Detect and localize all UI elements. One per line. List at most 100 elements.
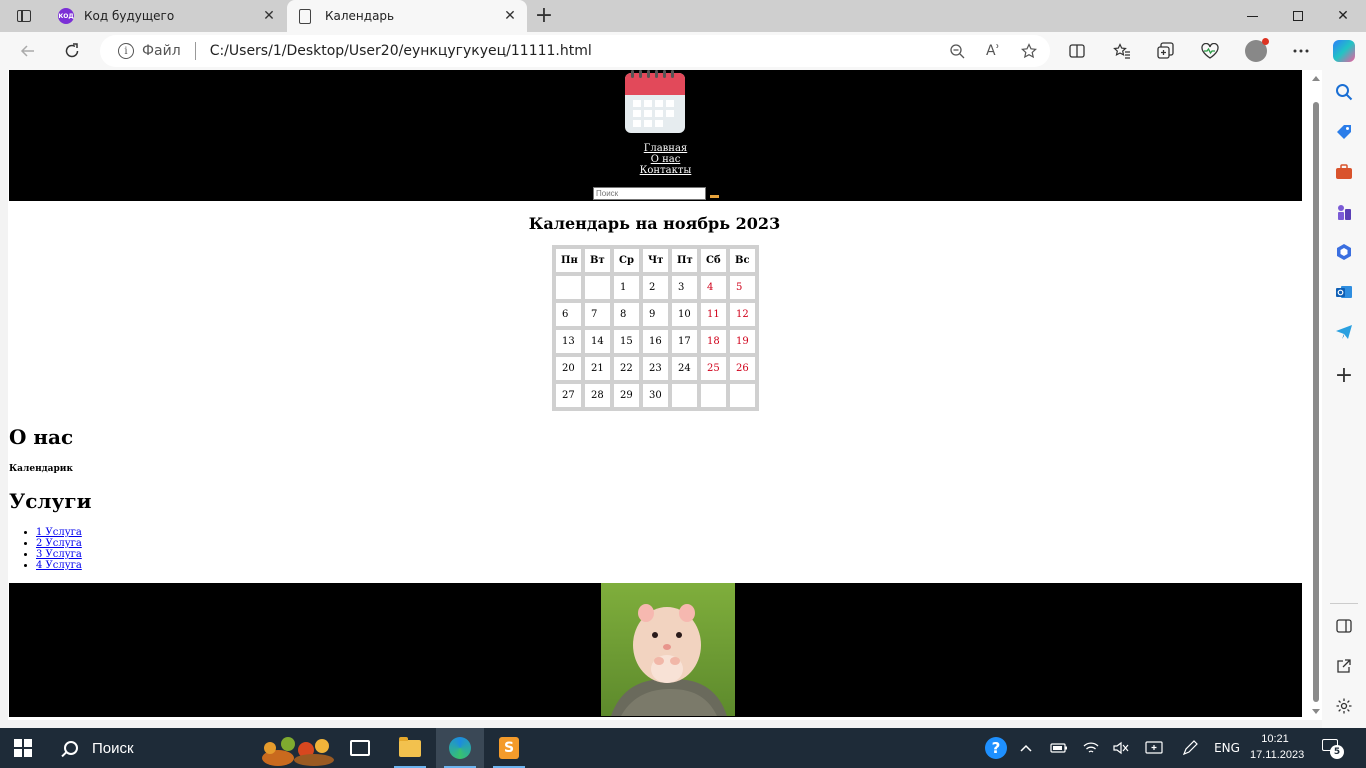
day-cell: 17: [672, 330, 697, 353]
more-dots-icon: [1293, 49, 1309, 53]
week-row: 1 2 3 4 5: [556, 276, 755, 299]
nav-link-about[interactable]: О нас: [29, 154, 1302, 165]
task-view-button[interactable]: [336, 728, 384, 768]
address-bar[interactable]: i Файл C:/Users/1/Desktop/User20/еункцуг…: [100, 35, 1050, 67]
taskbar-clock[interactable]: 10:21 17.11.2023: [1250, 731, 1305, 763]
collections-icon[interactable]: [1152, 38, 1180, 64]
games-chess-icon[interactable]: [1332, 200, 1356, 224]
start-button[interactable]: [14, 739, 32, 757]
tab-close-icon[interactable]: ✕: [501, 7, 519, 25]
search-icon: [64, 741, 78, 755]
settings-more-button[interactable]: [1287, 38, 1315, 64]
header-nav: Главная О нас Контакты: [9, 143, 1302, 176]
edge-taskbar-button[interactable]: [436, 728, 484, 768]
display-tray-button[interactable]: [1142, 728, 1166, 768]
weekday-header: Пн: [556, 249, 581, 272]
page-scrollbar[interactable]: [1310, 70, 1322, 720]
day-cell: [585, 276, 610, 299]
close-window-button[interactable]: ✕: [1320, 0, 1366, 32]
pen-tray-button[interactable]: [1178, 728, 1202, 768]
week-row: 13 14 15 16 17 18 19: [556, 330, 755, 353]
nav-link-contacts[interactable]: Контакты: [29, 165, 1302, 176]
nav-link-home[interactable]: Главная: [29, 143, 1302, 154]
day-cell: 29: [614, 384, 639, 407]
add-sidebar-app-icon[interactable]: +: [1332, 363, 1356, 388]
week-row: 27 28 29 30: [556, 384, 755, 407]
language-indicator[interactable]: ENG: [1210, 728, 1244, 768]
day-cell: 14: [585, 330, 610, 353]
microsoft-365-icon[interactable]: [1332, 240, 1356, 264]
day-cell: 15: [614, 330, 639, 353]
zoom-out-icon[interactable]: [942, 38, 972, 64]
day-cell: 3: [672, 276, 697, 299]
restore-button[interactable]: [1275, 0, 1321, 32]
minimize-button[interactable]: [1229, 0, 1275, 32]
pen-icon: [1182, 740, 1198, 756]
weekend-day-cell: 26: [730, 357, 755, 380]
scroll-down-arrow-icon[interactable]: [1312, 709, 1320, 714]
shopping-tag-icon[interactable]: [1332, 120, 1356, 144]
copilot-button[interactable]: [1330, 38, 1358, 64]
show-hidden-icons-button[interactable]: [1016, 728, 1036, 768]
taskbar-search[interactable]: Поиск: [52, 728, 134, 768]
hide-sidebar-icon[interactable]: [1332, 614, 1356, 638]
favorite-star-icon[interactable]: [1014, 38, 1044, 64]
search-button[interactable]: [710, 195, 719, 198]
clock-date: 17.11.2023: [1250, 749, 1305, 761]
search-icon[interactable]: [1332, 80, 1356, 104]
hamster-photo: [601, 583, 735, 716]
week-row: 6 7 8 9 10 11 12: [556, 303, 755, 326]
service-link[interactable]: 3 Услуга: [36, 549, 82, 560]
reload-button[interactable]: [58, 38, 86, 64]
notifications-button[interactable]: 5: [1322, 737, 1344, 759]
tools-briefcase-icon[interactable]: [1332, 160, 1356, 184]
weekday-header: Чт: [643, 249, 668, 272]
split-screen-icon[interactable]: [1063, 38, 1091, 64]
search-input[interactable]: [593, 187, 706, 200]
calendar-logo-icon: [625, 70, 685, 133]
volume-muted-icon: [1113, 741, 1129, 755]
day-cell: 21: [585, 357, 610, 380]
site-info-icon[interactable]: i: [118, 43, 134, 59]
tab-actions-button[interactable]: [8, 4, 40, 28]
send-telegram-icon[interactable]: [1332, 320, 1356, 344]
url-text[interactable]: C:/Users/1/Desktop/User20/еункцугукуец/1…: [210, 43, 942, 59]
service-link[interactable]: 4 Услуга: [36, 560, 82, 571]
scrollbar-thumb[interactable]: [1313, 102, 1319, 702]
service-link[interactable]: 1 Услуга: [36, 527, 82, 538]
open-external-icon[interactable]: [1332, 654, 1356, 678]
browser-toolbar: i Файл C:/Users/1/Desktop/User20/еункцуг…: [0, 32, 1366, 70]
weekday-header: Вс: [730, 249, 755, 272]
kod-logo-icon: КОД: [58, 8, 74, 24]
tab-kod-budushchego[interactable]: КОД Код будущего ✕: [48, 0, 286, 32]
scroll-up-arrow-icon[interactable]: [1312, 76, 1320, 81]
read-aloud-icon[interactable]: Aʾ: [978, 38, 1008, 64]
day-cell: 8: [614, 303, 639, 326]
sublime-text-button[interactable]: S: [485, 728, 533, 768]
tab-kalendar[interactable]: Календарь ✕: [287, 0, 527, 32]
weekend-day-cell: 4: [701, 276, 726, 299]
weekend-day-cell: 11: [701, 303, 726, 326]
battery-tray-button[interactable]: [1048, 728, 1070, 768]
outlook-icon[interactable]: [1332, 280, 1356, 304]
day-cell: 6: [556, 303, 581, 326]
day-cell: 27: [556, 384, 581, 407]
file-explorer-button[interactable]: [386, 728, 434, 768]
service-link[interactable]: 2 Услуга: [36, 538, 82, 549]
browser-essentials-icon[interactable]: [1196, 38, 1224, 64]
help-icon: ?: [985, 737, 1007, 759]
tab-close-icon[interactable]: ✕: [260, 7, 278, 25]
new-tab-button[interactable]: +: [532, 4, 556, 28]
profile-button[interactable]: [1242, 38, 1270, 64]
minimize-icon: [1246, 15, 1258, 17]
sidebar-settings-gear-icon[interactable]: [1332, 694, 1356, 718]
arrow-left-icon: [20, 45, 34, 57]
back-button[interactable]: [14, 38, 42, 64]
weekday-header: Пт: [672, 249, 697, 272]
restore-icon: [1293, 11, 1303, 21]
volume-tray-button[interactable]: [1110, 728, 1132, 768]
help-tray-button[interactable]: ?: [984, 728, 1008, 768]
favorites-icon[interactable]: [1108, 38, 1136, 64]
network-tray-button[interactable]: [1080, 728, 1102, 768]
site-search: [593, 187, 733, 201]
